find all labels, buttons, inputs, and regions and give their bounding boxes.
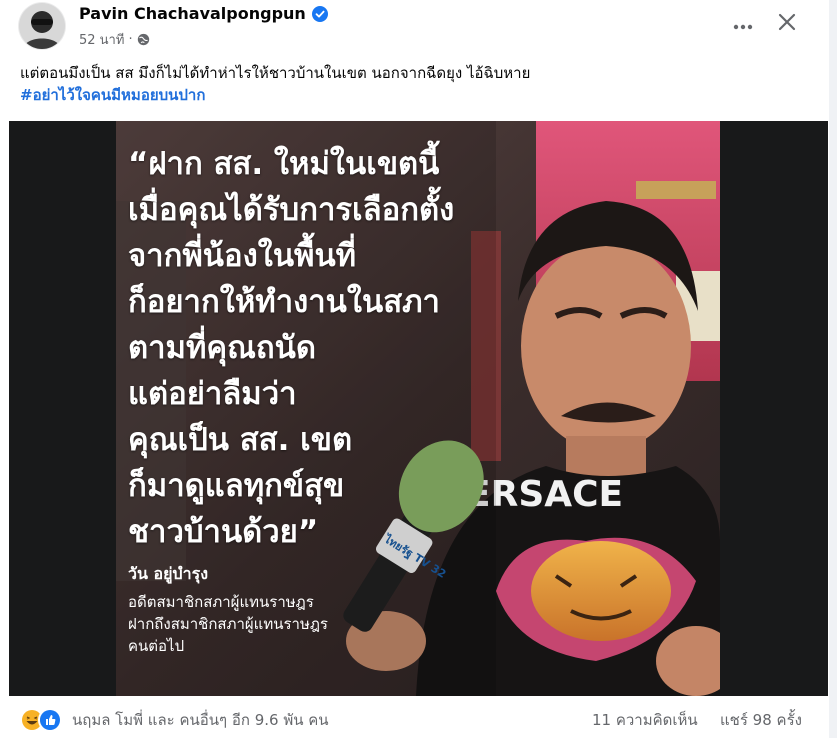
- globe-icon[interactable]: [137, 33, 150, 46]
- like-reaction-icon: [38, 708, 62, 732]
- more-options-button[interactable]: [729, 10, 757, 38]
- image-person-name: วัน อยู่บำรุง: [128, 564, 209, 583]
- shares-count[interactable]: แชร์ 98 ครั้ง: [720, 708, 802, 732]
- scrollbar[interactable]: [829, 0, 837, 738]
- facebook-post-card: Pavin Chachavalpongpun 52 นาที · แต่ตอนม…: [0, 0, 837, 738]
- meta-separator: ·: [128, 32, 133, 47]
- post-media[interactable]: ERSACE ไทยรัฐ TV 32 “ฝาก สส. ใหม่ในเขตนี…: [9, 121, 828, 696]
- post-caption: แต่ตอนมึงเป็น สส มึงก็ไม่ได้ทำห่าไรให้ชา…: [20, 62, 810, 106]
- reactors-summary[interactable]: นฤมล โมพี่ และ คนอื่นๆ อีก 9.6 พัน คน: [72, 708, 329, 732]
- post-meta: 52 นาที ·: [79, 29, 150, 50]
- comments-count[interactable]: 11 ความคิดเห็น: [592, 708, 698, 732]
- image-quote-text: “ฝาก สส. ใหม่ในเขตนี้ เมื่อคุณได้รับการเ…: [128, 146, 455, 550]
- post-time[interactable]: 52 นาที: [79, 29, 124, 50]
- verified-badge-icon: [311, 5, 328, 22]
- post-footer: นฤมล โมพี่ และ คนอื่นๆ อีก 9.6 พัน คน 11…: [0, 700, 837, 738]
- post-photo[interactable]: ERSACE ไทยรัฐ TV 32 “ฝาก สส. ใหม่ในเขตนี…: [116, 121, 720, 696]
- author-name-text[interactable]: Pavin Chachavalpongpun: [79, 4, 306, 23]
- close-button[interactable]: [772, 9, 802, 39]
- caption-text: แต่ตอนมึงเป็น สส มึงก็ไม่ได้ทำห่าไรให้ชา…: [20, 64, 531, 82]
- hashtag-link[interactable]: #อย่าไว้ใจคนมีหมอยบนปาก: [20, 84, 810, 106]
- more-options-icon: [733, 15, 753, 34]
- close-icon: [778, 13, 796, 35]
- author-avatar[interactable]: [19, 3, 65, 49]
- author-name[interactable]: Pavin Chachavalpongpun: [79, 4, 328, 23]
- image-person-description: อดีตสมาชิกสภาผู้แทนราษฎร ฝากถึงสมาชิกสภา…: [128, 593, 328, 655]
- reaction-icons[interactable]: [20, 708, 62, 732]
